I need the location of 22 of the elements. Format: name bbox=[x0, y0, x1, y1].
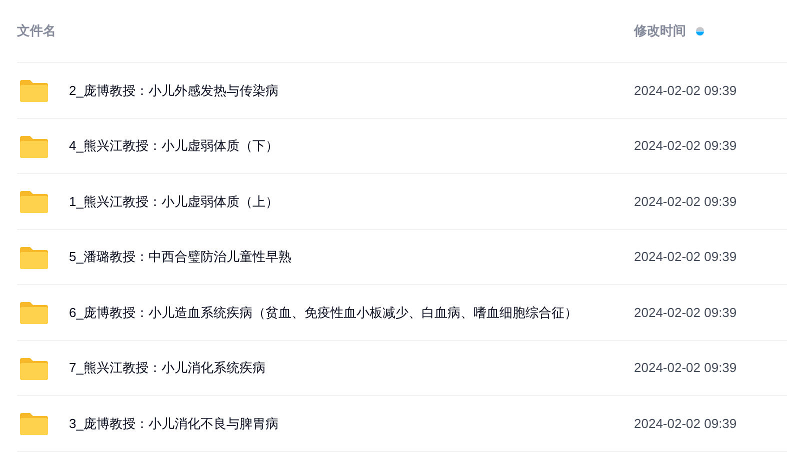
folder-icon bbox=[20, 300, 48, 324]
folder-icon bbox=[20, 411, 48, 436]
file-name[interactable]: 5_潘璐教授：中西合璧防治儿童性早熟 bbox=[69, 247, 634, 266]
folder-icon bbox=[20, 134, 48, 158]
file-name[interactable]: 2_庞博教授：小儿外感发热与传染病 bbox=[69, 80, 634, 100]
file-name[interactable]: 1_熊兴江教授：小儿虚弱体质（上） bbox=[69, 192, 634, 211]
file-name[interactable]: 3_庞博教授：小儿消化不良与脾胃病 bbox=[69, 414, 634, 433]
modified-time: 2024-02-02 09:39 bbox=[634, 82, 738, 100]
modified-time: 2024-02-02 09:39 bbox=[634, 248, 738, 266]
file-name[interactable]: 6_庞博教授：小儿造血系统疾病（贫血、免疫性血小板减少、白血病、嗜血细胞综合征） bbox=[69, 302, 634, 322]
file-name[interactable]: 7_熊兴江教授：小儿消化系统疾病 bbox=[69, 358, 634, 378]
file-name[interactable]: 4_熊兴江教授：小儿虚弱体质（下） bbox=[69, 136, 634, 156]
modified-time: 2024-02-02 09:39 bbox=[634, 359, 738, 377]
modified-time: 2024-02-02 09:39 bbox=[634, 137, 738, 155]
folder-icon bbox=[20, 356, 48, 380]
folder-icon bbox=[20, 78, 48, 102]
modified-time: 2024-02-02 09:39 bbox=[634, 192, 738, 210]
modified-time: 2024-02-02 09:39 bbox=[634, 414, 738, 432]
folder-icon bbox=[20, 244, 48, 269]
folder-icon bbox=[20, 189, 48, 214]
modified-time: 2024-02-02 09:39 bbox=[634, 304, 738, 322]
sort-icon[interactable] bbox=[696, 25, 704, 37]
